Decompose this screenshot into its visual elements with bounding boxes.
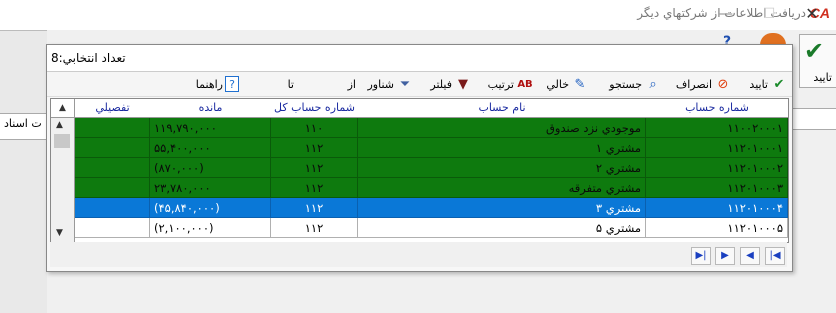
window-titlebar: دريافت اطلاعات از شرکتهاي ديگر CA — ☐ ✕	[0, 0, 836, 30]
col-header-account-name[interactable]: نام حساب	[358, 99, 647, 118]
account-picker-dialog: تعداد انتخابي:8 ✔ تاييد ⊘ انصراف ⌕ جستجو…	[46, 44, 793, 272]
clear-button[interactable]: ✎ خالي	[546, 74, 589, 94]
scroll-thumb[interactable]	[54, 134, 70, 148]
float-button[interactable]: ⏷ شناور	[367, 74, 414, 94]
cell-account-no: ۱۱۲۰۱۰۰۰۱	[646, 138, 788, 158]
table-row-selected[interactable]: (۴۵,۸۴۰,۰۰۰) ۱۱۲ مشتري ۳ ۱۱۲۰۱۰۰۰۴	[75, 198, 788, 218]
float-label: شناور	[367, 77, 394, 91]
cell-detail	[75, 218, 150, 238]
cell-account-name: موجودي نزد صندوق	[358, 118, 646, 138]
background-panel-left	[0, 30, 47, 313]
cell-account-no: ۱۱۲۰۱۰۰۰۳	[646, 178, 788, 198]
selected-count: تعداد انتخابي:8	[51, 51, 126, 65]
cell-detail	[75, 178, 150, 198]
help-button[interactable]: ? راهنما	[196, 74, 239, 94]
cell-account-no: ۱۱۲۰۱۰۰۰۲	[646, 158, 788, 178]
background-approve-button[interactable]: ✔ تاييد	[799, 34, 836, 88]
cell-total-account: ۱۱۲	[271, 158, 358, 178]
dialog-toolbar: ✔ تاييد ⊘ انصراف ⌕ جستجو ✎ خالي AB ترتيب…	[47, 72, 792, 97]
next-record-icon[interactable]: ▶	[715, 247, 735, 265]
cell-balance: (۲,۱۰۰,۰۰۰)	[150, 218, 271, 238]
cell-account-no: ۱۱۰۰۲۰۰۰۱	[646, 118, 788, 138]
eraser-icon: ✎	[574, 76, 586, 92]
filter-icon: ▼	[458, 76, 468, 92]
col-header-detail[interactable]: تفصيلي	[75, 99, 151, 118]
search-button[interactable]: ⌕ جستجو	[609, 74, 662, 94]
checkmark-icon: ✔	[773, 76, 785, 92]
filter-button[interactable]: ▼ فيلتر	[430, 74, 472, 94]
clear-label: خالي	[546, 77, 569, 91]
cell-account-no: ۱۱۲۰۱۰۰۰۵	[646, 218, 788, 238]
table-row[interactable]: ۲۳,۷۸۰,۰۰۰ ۱۱۲ مشتري متفرقه ۱۱۲۰۱۰۰۰۳	[75, 178, 788, 198]
cell-account-name: مشتري ۲	[358, 158, 646, 178]
cell-detail	[75, 118, 150, 138]
background-separator	[791, 108, 836, 130]
from-label: از	[347, 77, 356, 91]
maximize-button[interactable]: ☐	[755, 4, 783, 24]
close-button[interactable]: ✕	[798, 4, 826, 24]
from-field[interactable]: از	[348, 74, 356, 94]
table-row[interactable]: ۱۱۹,۷۹۰,۰۰۰ ۱۱۰ موجودي نزد صندوق ۱۱۰۰۲۰۰…	[75, 118, 788, 138]
sort-button[interactable]: AB ترتيب	[488, 74, 534, 94]
scroll-up-icon[interactable]: ▲	[56, 120, 63, 130]
minimize-button[interactable]: —	[712, 4, 740, 24]
cancel-icon: ⊘	[717, 76, 729, 92]
prev-record-icon[interactable]: ◀	[740, 247, 760, 265]
scroll-down-icon[interactable]: ▼	[56, 228, 63, 238]
search-label: جستجو	[609, 77, 642, 91]
record-navigator: ▶| ▶ ◀ |◀	[50, 242, 787, 267]
cell-detail	[75, 198, 150, 218]
cell-total-account: ۱۱۲	[271, 198, 358, 218]
cell-account-no: ۱۱۲۰۱۰۰۰۴	[646, 198, 788, 218]
cancel-button[interactable]: ⊘ انصراف	[676, 74, 732, 94]
cell-total-account: ۱۱۲	[271, 218, 358, 238]
approve-button[interactable]: ✔ تاييد	[749, 74, 788, 94]
filter-label: فيلتر	[430, 77, 452, 91]
cell-account-name: مشتري ۱	[358, 138, 646, 158]
cell-account-name: مشتري ۵	[358, 218, 646, 238]
col-header-balance[interactable]: مانده	[150, 99, 272, 118]
cell-detail	[75, 158, 150, 178]
grid-corner: ▲	[51, 99, 75, 118]
vertical-scrollbar[interactable]: ▲ ▼	[51, 118, 75, 242]
cell-total-account: ۱۱۲	[271, 178, 358, 198]
funnel-icon: ⏷	[399, 76, 411, 92]
search-icon: ⌕	[649, 76, 657, 92]
cell-balance: (۸۷۰,۰۰۰)	[150, 158, 271, 178]
dialog-titlebar: تعداد انتخابي:8	[47, 45, 792, 72]
cell-account-name: مشتري متفرقه	[358, 178, 646, 198]
to-field[interactable]: تا	[288, 74, 294, 94]
approve-label: تاييد	[749, 77, 768, 91]
cell-balance: ۱۱۹,۷۹۰,۰۰۰	[150, 118, 271, 138]
background-approve-label: تاييد	[813, 71, 832, 84]
help-icon: ?	[225, 76, 239, 92]
sort-label: ترتيب	[487, 77, 514, 91]
table-row[interactable]: (۲,۱۰۰,۰۰۰) ۱۱۲ مشتري ۵ ۱۱۲۰۱۰۰۰۵	[75, 218, 788, 238]
last-record-icon[interactable]: ▶|	[691, 247, 711, 265]
table-row[interactable]: (۸۷۰,۰۰۰) ۱۱۲ مشتري ۲ ۱۱۲۰۱۰۰۰۲	[75, 158, 788, 178]
background-tab-label: ت اسناد	[4, 117, 42, 130]
help-label: راهنما	[195, 77, 223, 91]
cell-balance: ۲۳,۷۸۰,۰۰۰	[150, 178, 271, 198]
cancel-label: انصراف	[675, 77, 712, 91]
first-record-icon[interactable]: |◀	[765, 247, 785, 265]
cell-account-name: مشتري ۳	[358, 198, 646, 218]
table-row[interactable]: ۵۵,۴۰۰,۰۰۰ ۱۱۲ مشتري ۱ ۱۱۲۰۱۰۰۰۱	[75, 138, 788, 158]
cell-total-account: ۱۱۲	[271, 138, 358, 158]
sort-az-icon: AB	[517, 78, 533, 90]
to-label: تا	[287, 77, 294, 91]
cell-detail	[75, 138, 150, 158]
col-header-total-account[interactable]: شماره حساب کل	[271, 99, 359, 118]
cell-balance: ۵۵,۴۰۰,۰۰۰	[150, 138, 271, 158]
accounts-grid[interactable]: ▲ تفصيلي مانده شماره حساب کل نام حساب شم…	[50, 98, 789, 243]
cell-balance: (۴۵,۸۴۰,۰۰۰)	[150, 198, 271, 218]
cell-total-account: ۱۱۰	[271, 118, 358, 138]
checkmark-icon: ✔	[804, 37, 825, 65]
col-header-account-no[interactable]: شماره حساب	[646, 99, 788, 118]
